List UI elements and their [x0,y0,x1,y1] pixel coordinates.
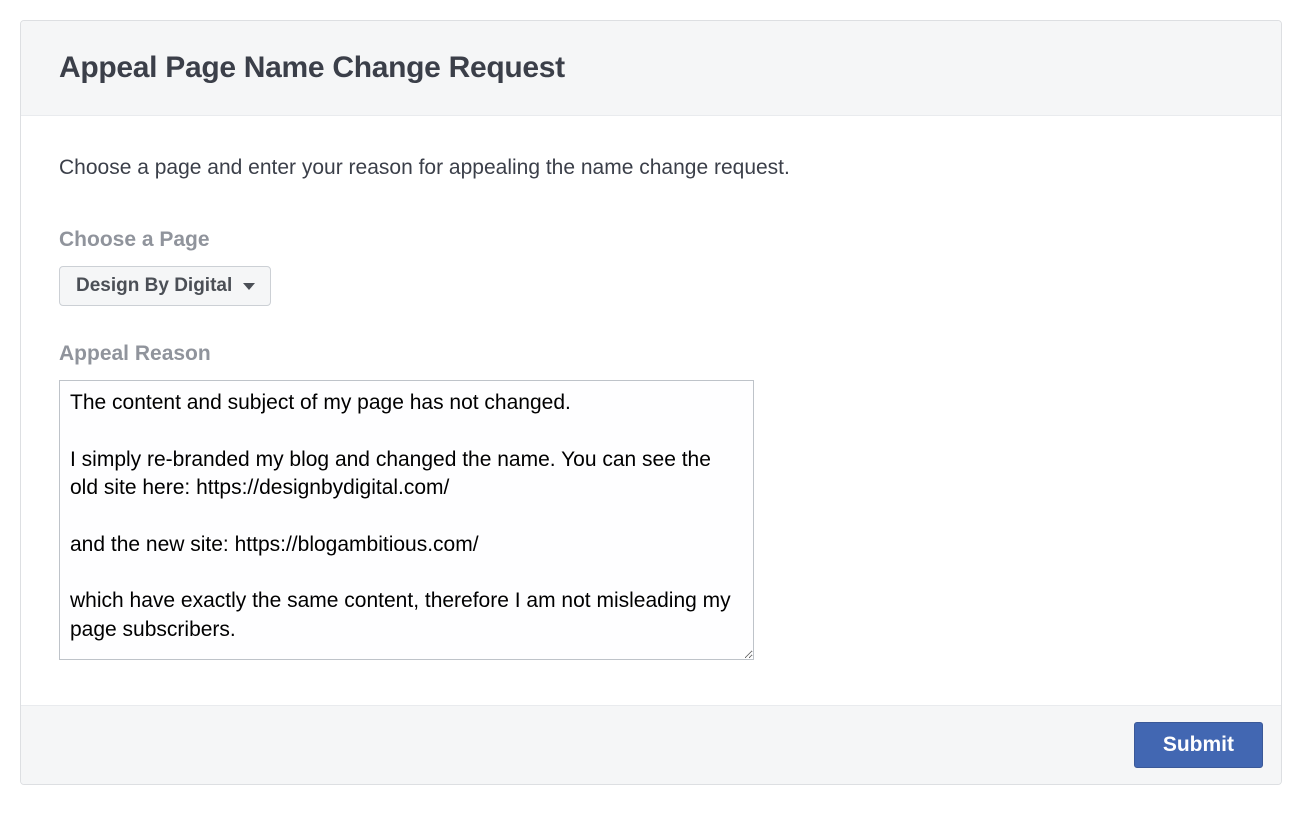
panel-footer: Submit [21,705,1281,784]
caret-down-icon [242,281,256,291]
choose-page-group: Choose a Page Design By Digital [59,228,1243,306]
page-select-dropdown[interactable]: Design By Digital [59,266,271,306]
appeal-reason-label: Appeal Reason [59,342,1243,366]
appeal-panel: Appeal Page Name Change Request Choose a… [20,20,1282,785]
submit-button[interactable]: Submit [1134,722,1263,768]
page-title: Appeal Page Name Change Request [59,51,1243,85]
choose-page-label: Choose a Page [59,228,1243,252]
appeal-reason-group: Appeal Reason [59,342,1243,665]
panel-header: Appeal Page Name Change Request [21,21,1281,116]
panel-body: Choose a page and enter your reason for … [21,116,1281,705]
intro-text: Choose a page and enter your reason for … [59,156,1243,180]
page-select-value: Design By Digital [76,275,232,297]
appeal-reason-textarea[interactable] [59,380,754,660]
